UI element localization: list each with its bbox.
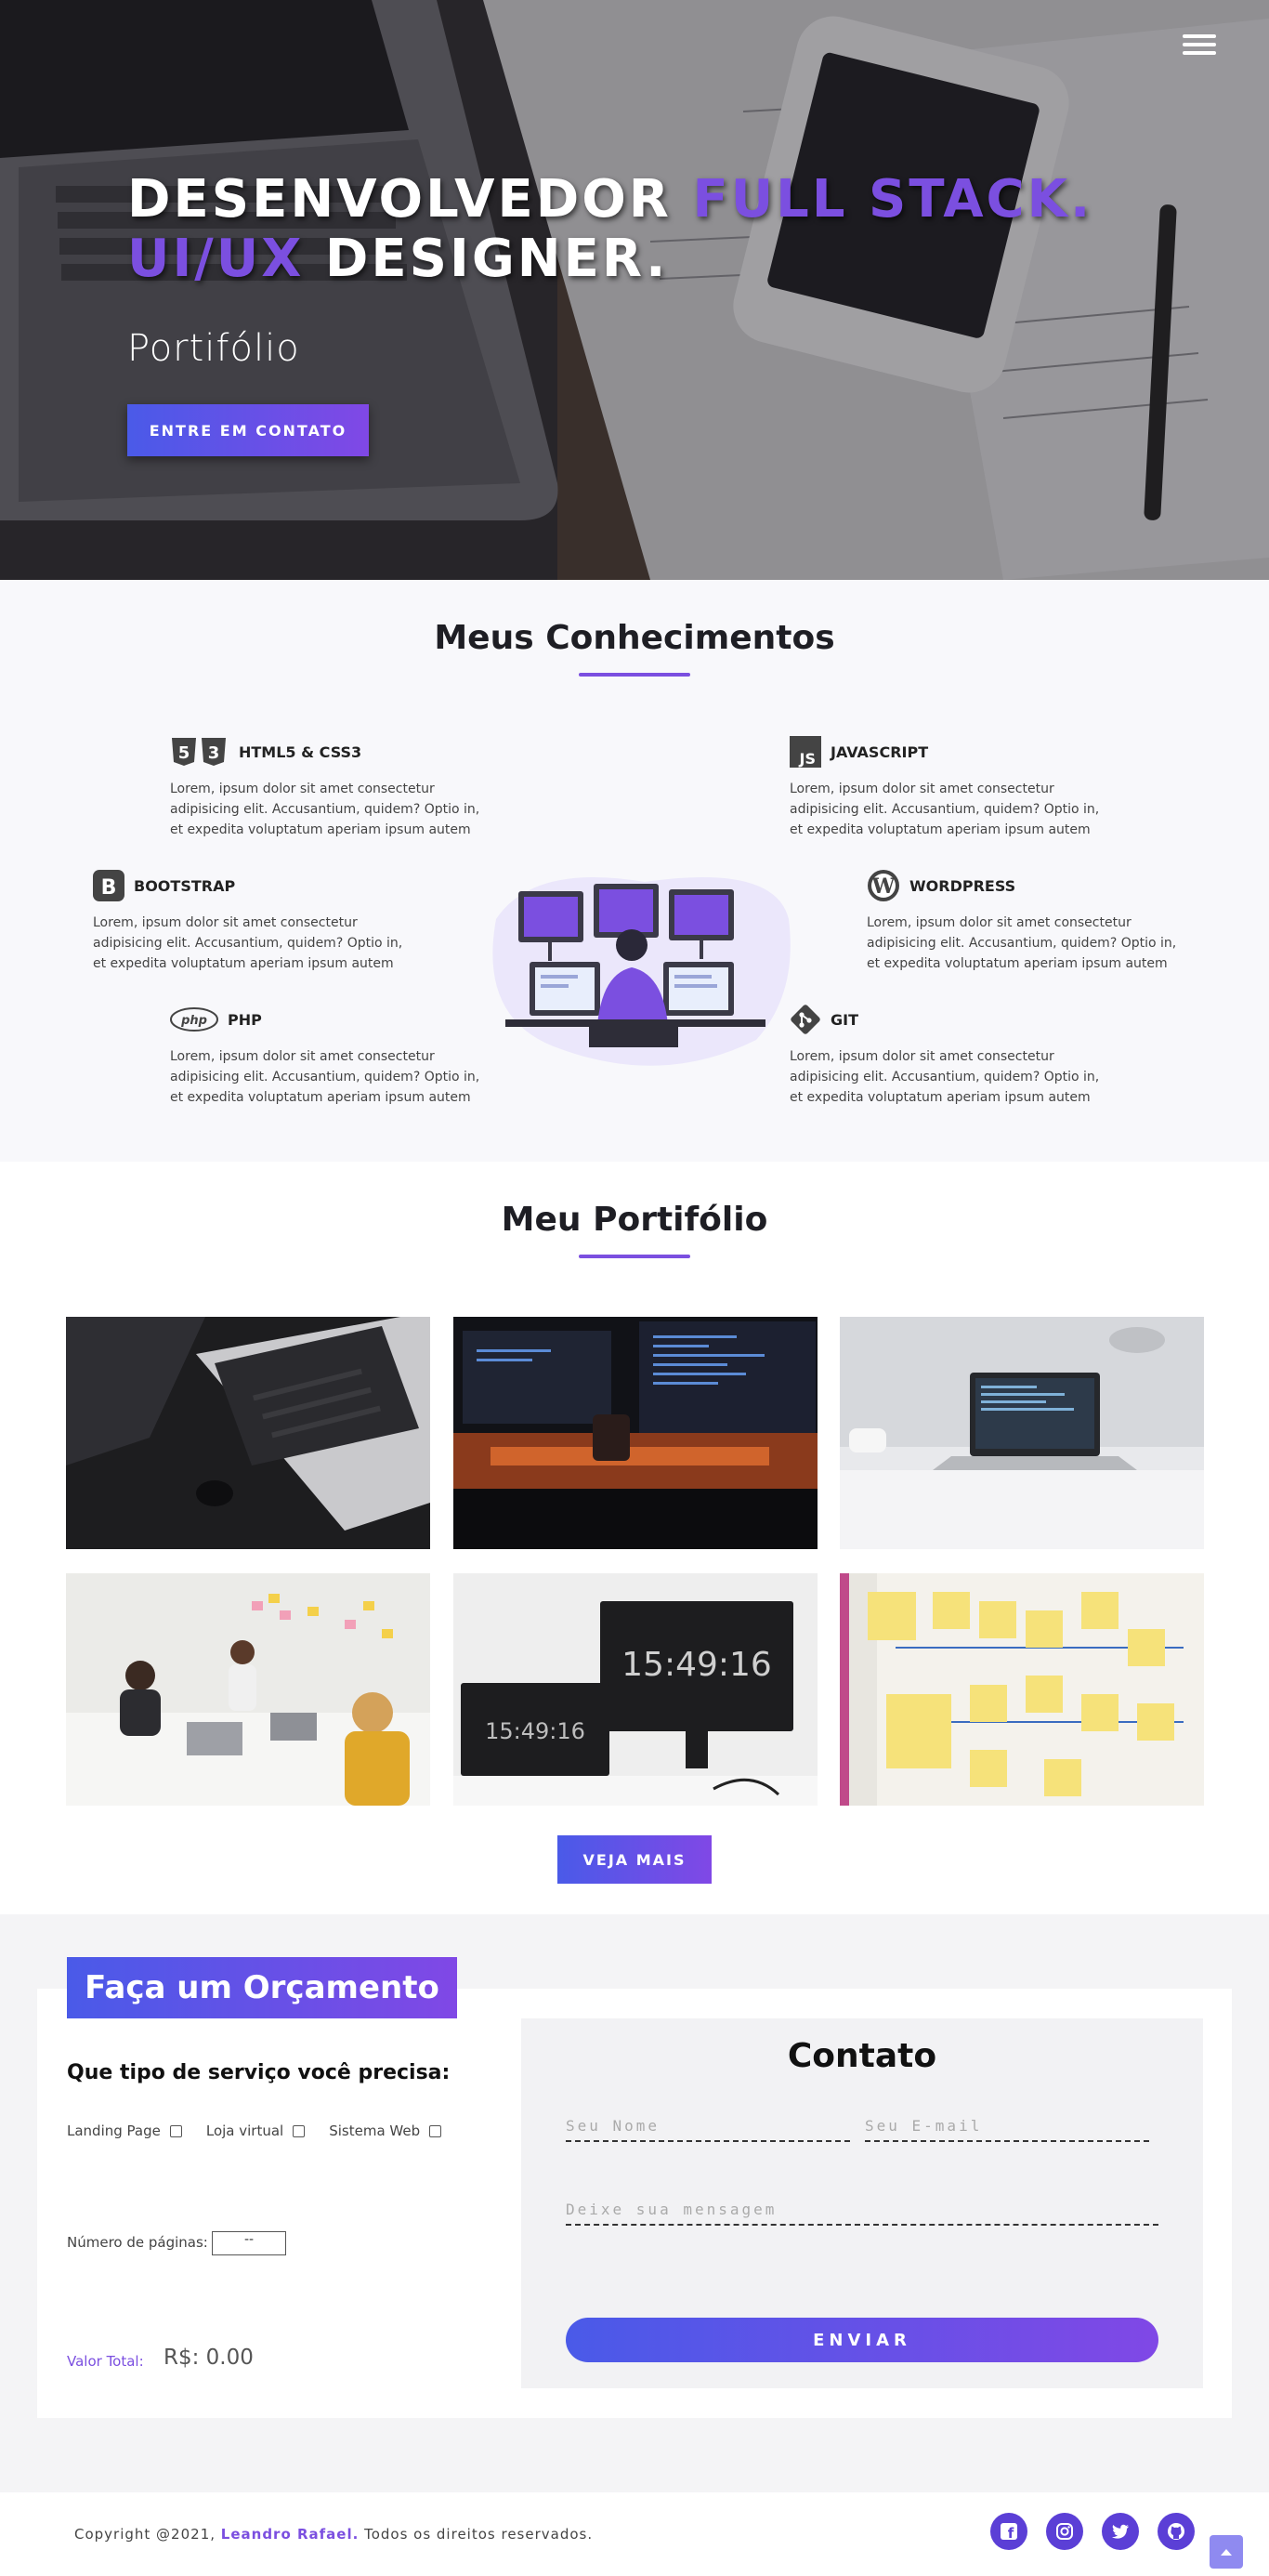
svg-text:JS: JS: [799, 750, 816, 768]
author-link[interactable]: Leandro Rafael.: [221, 2526, 360, 2543]
skills-title: Meus Conhecimentos: [434, 619, 835, 657]
skill-javascript: JS JAVASCRIPT Lorem, ipsum dolor sit ame…: [790, 734, 1105, 840]
contact-title: Contato: [787, 2037, 937, 2075]
option-loja-virtual[interactable]: Loja virtual: [205, 2123, 306, 2139]
svg-text:php: php: [180, 1014, 207, 1028]
skill-description: Lorem, ipsum dolor sit amet consectetur …: [867, 915, 1177, 971]
service-options: Landing Page Loja virtual Sistema Web: [67, 2123, 465, 2139]
skill-name: HTML5 & CSS3: [239, 743, 362, 761]
twitter-icon[interactable]: [1102, 2513, 1139, 2550]
svg-text:f: f: [1008, 2525, 1014, 2541]
skill-description: Lorem, ipsum dolor sit amet consectetur …: [790, 782, 1100, 837]
skill-name: BOOTSTRAP: [134, 876, 236, 895]
svg-text:3: 3: [208, 743, 220, 763]
hero-title: DESENVOLVEDOR FULL STACK. UI/UX DESIGNER…: [127, 170, 1196, 289]
skill-name: PHP: [228, 1010, 262, 1029]
skill-git: GIT Lorem, ipsum dolor sit amet consecte…: [790, 1002, 1105, 1108]
skill-description: Lorem, ipsum dolor sit amet consectetur …: [170, 1049, 480, 1105]
send-button[interactable]: ENVIAR: [566, 2318, 1158, 2362]
skill-name: WORDPRESS: [909, 876, 1016, 895]
hamburger-menu-icon[interactable]: [1183, 34, 1216, 59]
hero-subtitle: Portifólio: [127, 327, 300, 370]
option-checkbox[interactable]: [169, 2124, 182, 2137]
php-icon: php: [170, 1006, 218, 1032]
svg-text:W: W: [871, 874, 896, 899]
skill-php: php PHP Lorem, ipsum dolor sit amet cons…: [170, 1002, 486, 1108]
back-to-top-button[interactable]: [1210, 2535, 1243, 2569]
portfolio-item-2[interactable]: [453, 1317, 818, 1549]
hero-title-part2: DESIGNER.: [304, 229, 669, 289]
skills-title-underline: [579, 673, 690, 677]
skill-bootstrap: B BOOTSTRAP Lorem, ipsum dolor sit amet …: [93, 868, 409, 974]
developer-illustration: [492, 877, 791, 1066]
option-sistema-web[interactable]: Sistema Web: [329, 2123, 442, 2139]
svg-text:B: B: [101, 876, 117, 900]
option-landing-page[interactable]: Landing Page: [67, 2123, 182, 2139]
total-value: R$: 0.00: [164, 2346, 254, 2370]
clock-large-text: 15:49:16: [621, 1646, 772, 1684]
contact-cta-button[interactable]: ENTRE EM CONTATO: [127, 404, 369, 456]
email-input[interactable]: [865, 2117, 1149, 2142]
javascript-icon: JS: [790, 736, 821, 768]
html5-css3-icon: 5 3: [170, 736, 229, 768]
github-icon[interactable]: [1158, 2513, 1195, 2550]
skill-wordpress: W WORDPRESS Lorem, ipsum dolor sit amet …: [867, 868, 1183, 974]
skill-description: Lorem, ipsum dolor sit amet consectetur …: [93, 915, 403, 971]
option-checkbox[interactable]: [293, 2124, 306, 2137]
service-question: Que tipo de serviço você precisa:: [67, 2061, 451, 2084]
skills-section: Meus Conhecimentos 5 3 HTML5 & CSS3 Lore…: [0, 580, 1269, 1162]
see-more-button[interactable]: VEJA MAIS: [557, 1835, 712, 1884]
copyright-text: Copyright @2021, Leandro Rafael. Todos o…: [74, 2526, 593, 2543]
option-label: Landing Page: [67, 2123, 161, 2139]
skill-html-css: 5 3 HTML5 & CSS3 Lorem, ipsum dolor sit …: [170, 734, 486, 840]
skill-name: GIT: [831, 1010, 858, 1029]
instagram-icon[interactable]: [1046, 2513, 1083, 2550]
option-checkbox[interactable]: [429, 2124, 442, 2137]
portfolio-title-underline: [579, 1255, 690, 1258]
clock-small-text: 15:49:16: [485, 1718, 585, 1744]
facebook-icon[interactable]: f: [990, 2513, 1027, 2550]
hero-overlay: [0, 0, 1269, 580]
portfolio-item-1[interactable]: [66, 1317, 430, 1549]
option-label: Sistema Web: [329, 2123, 421, 2139]
portfolio-item-6[interactable]: [840, 1573, 1204, 1806]
quote-badge: Faça um Orçamento: [67, 1957, 457, 2018]
chevron-up-icon: [1221, 2549, 1232, 2556]
hero-title-accent1: FULL STACK.: [692, 169, 1093, 230]
portfolio-title: Meu Portifólio: [501, 1201, 768, 1239]
message-input[interactable]: [566, 2201, 1158, 2226]
wordpress-icon: W: [867, 869, 900, 902]
copyright-prefix: Copyright @2021,: [74, 2526, 221, 2543]
portfolio-item-4[interactable]: [66, 1573, 430, 1806]
git-icon: [790, 1004, 821, 1035]
portfolio-item-3[interactable]: [840, 1317, 1204, 1549]
skill-description: Lorem, ipsum dolor sit amet consectetur …: [170, 782, 480, 837]
pages-label: Número de páginas:: [67, 2234, 208, 2251]
pages-select[interactable]: --: [212, 2231, 286, 2255]
skill-name: JAVASCRIPT: [831, 743, 929, 761]
hero-title-part1: DESENVOLVEDOR: [127, 169, 693, 230]
total-label: Valor Total:: [67, 2353, 144, 2370]
skill-description: Lorem, ipsum dolor sit amet consectetur …: [790, 1049, 1100, 1105]
bootstrap-icon: B: [93, 870, 124, 901]
option-label: Loja virtual: [205, 2123, 284, 2139]
hero-section: DESENVOLVEDOR FULL STACK. UI/UX DESIGNER…: [0, 0, 1269, 580]
hero-title-accent2: UI/UX: [127, 229, 305, 289]
svg-text:5: 5: [178, 743, 190, 763]
portfolio-item-5[interactable]: 15:49:16 15:49:16: [453, 1573, 818, 1806]
copyright-suffix: Todos os direitos reservados.: [359, 2526, 594, 2543]
name-input[interactable]: [566, 2117, 850, 2142]
